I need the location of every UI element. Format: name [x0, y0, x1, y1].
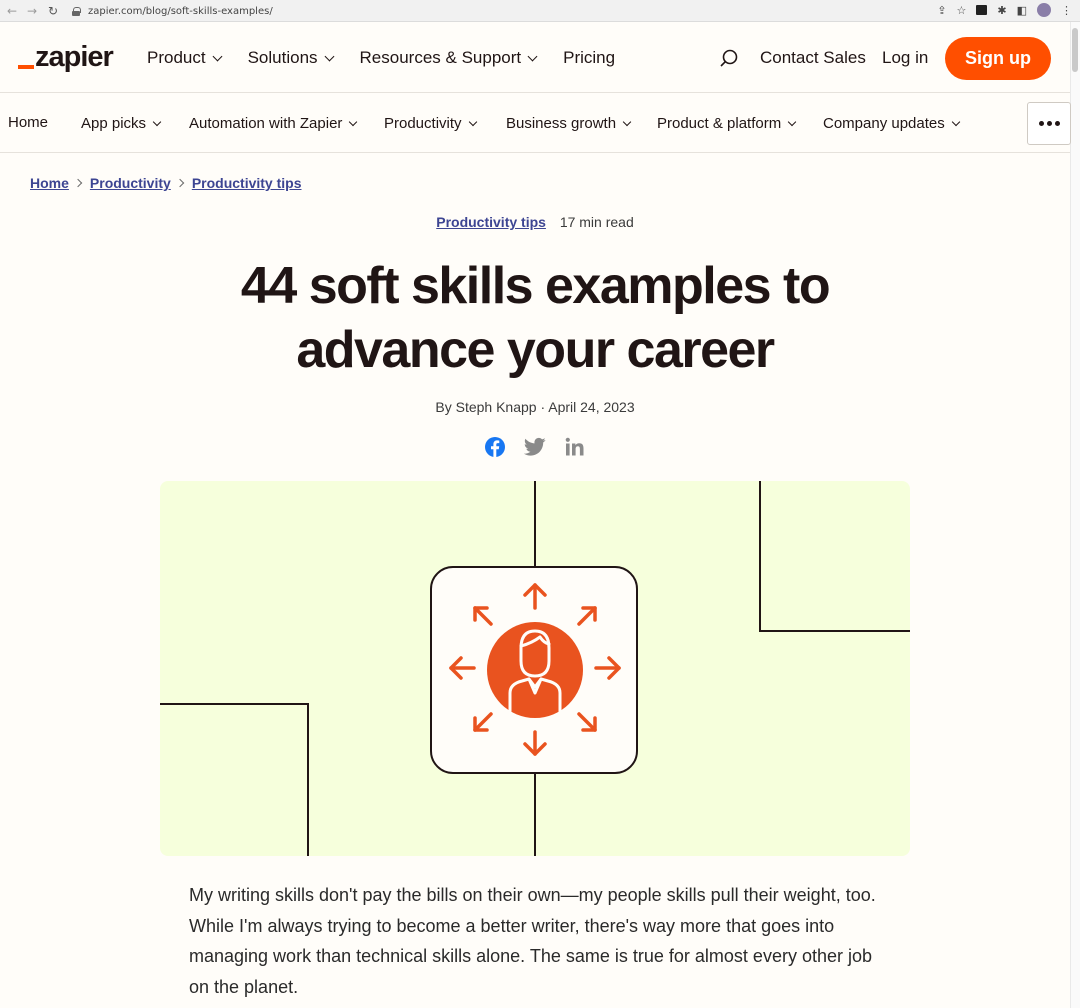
menu-item-label: Resources & Support — [359, 48, 522, 67]
share-page-icon[interactable]: ⇪ — [937, 4, 946, 17]
category-app-picks[interactable]: App picks — [81, 115, 162, 132]
hero-graphic — [160, 481, 910, 856]
address-bar[interactable]: zapier.com/blog/soft-skills-examples/ — [72, 3, 972, 19]
menu-item-label: Product — [147, 48, 206, 67]
page-scrollbar[interactable] — [1070, 22, 1080, 1008]
dot — [1054, 121, 1060, 126]
reload-button[interactable]: ↻ — [48, 4, 58, 18]
contact-sales-link[interactable]: Contact Sales — [760, 48, 866, 68]
dot — [1038, 121, 1044, 126]
menu-item-resources[interactable]: Resources & Support — [359, 46, 538, 70]
extension-icon[interactable] — [976, 5, 988, 15]
category-automation[interactable]: Automation with Zapier — [189, 115, 358, 132]
chevron-down-icon — [527, 51, 538, 61]
category-label: Automation with Zapier — [189, 115, 343, 132]
read-time: 17 min read — [559, 214, 634, 230]
menu-item-label: Pricing — [563, 48, 616, 67]
chevron-right-icon — [175, 178, 185, 188]
article-byline: By Steph Knapp · April 24, 2023 — [435, 399, 635, 415]
breadcrumb-productivity[interactable]: Productivity — [90, 175, 171, 191]
browser-menu-icon[interactable]: ⋮ — [1061, 4, 1072, 17]
twitter-icon[interactable] — [524, 437, 546, 457]
chevron-down-icon — [951, 117, 960, 126]
linkedin-icon[interactable] — [564, 436, 586, 458]
url-text: zapier.com/blog/soft-skills-examples/ — [88, 5, 273, 17]
more-categories-button[interactable] — [1027, 102, 1071, 145]
zapier-logo[interactable]: zapier — [18, 41, 114, 73]
logo-underscore — [18, 65, 34, 69]
breadcrumb-home[interactable]: Home — [30, 175, 69, 191]
category-home[interactable]: Home — [8, 114, 48, 131]
category-label: Company updates — [823, 115, 945, 132]
profile-avatar[interactable] — [1037, 3, 1051, 17]
logo-wordmark: zapier — [35, 41, 114, 73]
category-nav: Home App picks Automation with Zapier Pr… — [0, 93, 1071, 153]
menu-item-label: Solutions — [247, 48, 318, 67]
chevron-down-icon — [468, 117, 477, 126]
article-intro-paragraph: My writing skills don't pay the bills on… — [189, 885, 876, 997]
lock-icon — [72, 6, 81, 16]
menu-item-product[interactable]: Product — [147, 46, 223, 70]
article-category-link[interactable]: Productivity tips — [436, 214, 546, 230]
browser-toolbar: ← → ↻ zapier.com/blog/soft-skills-exampl… — [0, 0, 1080, 22]
breadcrumb: Home Productivity Productivity tips — [30, 175, 302, 191]
site-header: zapier Product Solutions Resources & Sup… — [0, 22, 1070, 93]
category-label: Productivity — [384, 115, 462, 132]
breadcrumb-productivity-tips[interactable]: Productivity tips — [192, 175, 302, 191]
category-product-platform[interactable]: Product & platform — [657, 115, 797, 132]
browser-actions: ⇪ ☆ ✱ ◧ ⋮ — [937, 3, 1072, 17]
share-icons — [484, 436, 586, 458]
main-menu: Product Solutions Resources & Support Pr… — [147, 46, 642, 70]
menu-item-pricing[interactable]: Pricing — [563, 46, 615, 70]
chevron-down-icon — [787, 117, 797, 126]
scrollbar-thumb[interactable] — [1072, 28, 1078, 72]
puzzle-extensions-icon[interactable]: ✱ — [997, 4, 1006, 17]
article-title: 44 soft skills examples to advance your … — [240, 257, 831, 379]
hero-illustration — [160, 481, 910, 856]
category-label: App picks — [81, 115, 147, 132]
chevron-right-icon — [73, 178, 83, 188]
search-icon[interactable] — [719, 48, 739, 68]
forward-button[interactable]: → — [24, 4, 40, 18]
category-label: Business growth — [506, 115, 617, 132]
chevron-down-icon — [349, 117, 358, 126]
category-label: Home — [8, 114, 49, 131]
signup-button[interactable]: Sign up — [945, 37, 1051, 80]
side-panel-icon[interactable]: ◧ — [1017, 4, 1027, 17]
bookmark-star-icon[interactable]: ☆ — [957, 4, 967, 17]
chevron-down-icon — [152, 117, 162, 126]
menu-item-solutions[interactable]: Solutions — [247, 46, 334, 70]
category-company-updates[interactable]: Company updates — [823, 115, 960, 132]
category-label: Product & platform — [657, 115, 782, 132]
category-productivity[interactable]: Productivity — [384, 115, 477, 132]
category-business-growth[interactable]: Business growth — [506, 115, 632, 132]
chevron-down-icon — [212, 51, 223, 61]
article-meta: Productivity tips 17 min read — [0, 214, 1070, 230]
chevron-down-icon — [324, 51, 334, 61]
login-link[interactable]: Log in — [882, 48, 928, 68]
back-button[interactable]: ← — [4, 4, 20, 18]
dot — [1046, 121, 1052, 126]
facebook-icon[interactable] — [484, 436, 506, 458]
chevron-down-icon — [622, 117, 632, 126]
